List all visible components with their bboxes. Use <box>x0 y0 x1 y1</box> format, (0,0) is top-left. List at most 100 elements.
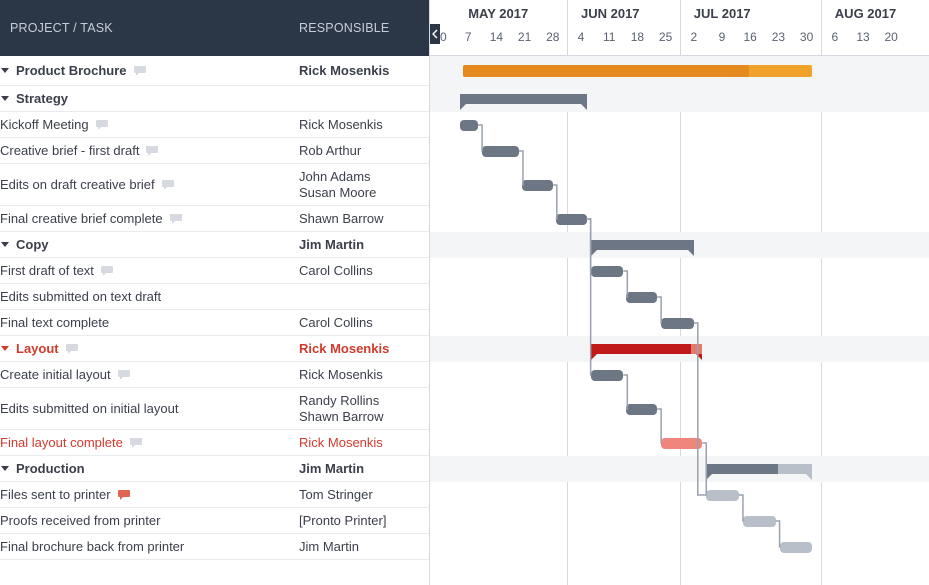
task-row[interactable]: Strategy <box>0 86 429 112</box>
task-label: Final text complete <box>0 315 109 330</box>
task-label: First draft of text <box>0 263 94 278</box>
task-bar[interactable] <box>460 120 478 131</box>
task-row[interactable]: Files sent to printerTom Stringer <box>0 482 429 508</box>
task-bar[interactable] <box>661 438 702 449</box>
col-header-task[interactable]: PROJECT / TASK <box>0 21 299 35</box>
summary-bar[interactable] <box>591 240 694 250</box>
task-row[interactable]: Final text completeCarol Collins <box>0 310 429 336</box>
comment-icon[interactable] <box>117 489 131 501</box>
comment-icon[interactable] <box>161 179 175 191</box>
day-tick: 14 <box>490 30 503 44</box>
comment-icon[interactable] <box>129 437 143 449</box>
task-row[interactable]: Product BrochureRick Mosenkis <box>0 56 429 86</box>
comment-icon[interactable] <box>169 213 183 225</box>
collapse-left-panel-button[interactable] <box>430 24 440 44</box>
responsible-cell: Randy Rollins Shawn Barrow <box>299 389 429 429</box>
task-row[interactable]: ProductionJim Martin <box>0 456 429 482</box>
task-bar[interactable] <box>591 370 623 381</box>
task-bar[interactable] <box>626 292 657 303</box>
task-label: Edits submitted on initial layout <box>0 401 178 416</box>
summary-bar[interactable] <box>460 94 587 104</box>
day-tick: 25 <box>659 30 672 44</box>
task-label: Creative brief - first draft <box>0 143 139 158</box>
responsible-cell: Rick Mosenkis <box>299 363 429 387</box>
task-row[interactable]: Final layout completeRick Mosenkis <box>0 430 429 456</box>
task-row[interactable]: First draft of text Carol Collins <box>0 258 429 284</box>
gantt-app: PROJECT / TASK RESPONSIBLE Product Broch… <box>0 0 929 585</box>
project-bar[interactable] <box>463 65 813 77</box>
day-tick: 9 <box>719 30 726 44</box>
expand-caret-icon[interactable] <box>0 464 10 474</box>
task-row[interactable]: Edits on draft creative brief John Adams … <box>0 164 429 206</box>
summary-bar[interactable] <box>591 344 702 354</box>
expand-caret-icon[interactable] <box>0 94 10 104</box>
task-label: Final brochure back from printer <box>0 539 184 554</box>
task-label: Production <box>16 461 85 476</box>
expand-caret-icon[interactable] <box>0 66 10 76</box>
task-row[interactable]: CopyJim Martin <box>0 232 429 258</box>
responsible-cell: Carol Collins <box>299 259 429 283</box>
col-header-responsible[interactable]: RESPONSIBLE <box>299 21 429 35</box>
comment-icon[interactable] <box>100 265 114 277</box>
comment-icon[interactable] <box>133 65 147 77</box>
task-bar[interactable] <box>522 180 553 191</box>
task-rows: Product BrochureRick MosenkisStrategyKic… <box>0 56 429 585</box>
day-tick: 7 <box>465 30 472 44</box>
day-tick: 28 <box>546 30 559 44</box>
task-bar[interactable] <box>626 404 657 415</box>
comment-icon[interactable] <box>145 145 159 157</box>
task-row[interactable]: Final creative brief complete Shawn Barro… <box>0 206 429 232</box>
task-bar[interactable] <box>743 516 775 527</box>
task-bar[interactable] <box>591 266 623 277</box>
expand-caret-icon[interactable] <box>0 344 10 354</box>
task-bar[interactable] <box>661 318 693 329</box>
responsible-cell: John Adams Susan Moore <box>299 165 429 205</box>
responsible-cell <box>299 95 429 103</box>
task-row[interactable]: Layout Rick Mosenkis <box>0 336 429 362</box>
task-label: Product Brochure <box>16 63 127 78</box>
task-label: Edits submitted on text draft <box>0 289 161 304</box>
task-row[interactable]: Kickoff MeetingRick Mosenkis <box>0 112 429 138</box>
gantt-chart-area[interactable] <box>440 56 929 585</box>
task-row[interactable]: Creative brief - first draft Rob Arthur <box>0 138 429 164</box>
day-tick: 20 <box>885 30 898 44</box>
expand-caret-icon[interactable] <box>0 240 10 250</box>
comment-icon[interactable] <box>117 369 131 381</box>
comment-icon[interactable] <box>95 119 109 131</box>
task-label: Final layout complete <box>0 435 123 450</box>
month-label: JUL 2017 <box>694 6 751 21</box>
task-label: Edits on draft creative brief <box>0 177 155 192</box>
task-bar[interactable] <box>706 490 738 501</box>
day-tick: 16 <box>744 30 757 44</box>
responsible-cell: Rick Mosenkis <box>299 113 429 137</box>
month-label: JUN 2017 <box>581 6 640 21</box>
day-tick: 30 <box>800 30 813 44</box>
task-row[interactable]: Create initial layout Rick Mosenkis <box>0 362 429 388</box>
day-tick: 2 <box>690 30 697 44</box>
task-row[interactable]: Edits submitted on text draft <box>0 284 429 310</box>
task-label: Final creative brief complete <box>0 211 163 226</box>
comment-icon[interactable] <box>65 343 79 355</box>
day-tick: 23 <box>772 30 785 44</box>
task-label: Proofs received from printer <box>0 513 160 528</box>
task-label: Files sent to printer <box>0 487 111 502</box>
task-label: Create initial layout <box>0 367 111 382</box>
task-bar[interactable] <box>556 214 587 225</box>
responsible-cell: Shawn Barrow <box>299 207 429 231</box>
task-row[interactable]: Edits submitted on initial layout Randy R… <box>0 388 429 430</box>
responsible-cell: Rick Mosenkis <box>299 337 429 361</box>
responsible-cell: Rob Arthur <box>299 139 429 163</box>
task-label: Strategy <box>16 91 68 106</box>
task-row[interactable]: Proofs received from printer[Pronto Prin… <box>0 508 429 534</box>
task-row[interactable]: Final brochure back from printerJim Mart… <box>0 534 429 560</box>
task-bar[interactable] <box>780 542 812 553</box>
summary-bar[interactable] <box>706 464 812 474</box>
day-tick: 18 <box>631 30 644 44</box>
task-bar[interactable] <box>482 146 519 157</box>
day-tick: 21 <box>518 30 531 44</box>
day-tick: 6 <box>831 30 838 44</box>
timeline-header: MAY 2017JUN 2017JUL 2017AUG 2017 3071421… <box>430 0 929 56</box>
task-label: Layout <box>16 341 59 356</box>
task-list-panel: PROJECT / TASK RESPONSIBLE Product Broch… <box>0 0 430 585</box>
timeline-panel[interactable]: MAY 2017JUN 2017JUL 2017AUG 2017 3071421… <box>430 0 929 585</box>
